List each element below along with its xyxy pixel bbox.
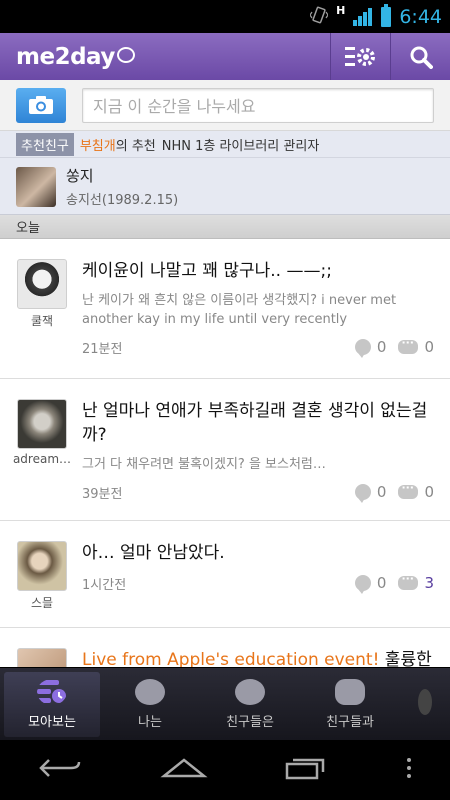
signal-icon	[353, 7, 373, 26]
metoo-count[interactable]: 0	[354, 338, 386, 358]
collect-icon	[37, 680, 66, 703]
menu-button[interactable]	[406, 757, 412, 783]
tab-label: 모아보는	[28, 715, 76, 730]
tab-with-friends[interactable]: 친구들과	[300, 668, 400, 741]
me-icon	[135, 679, 165, 705]
app-bar: me2day	[0, 33, 450, 80]
avatar[interactable]	[17, 259, 67, 309]
recommended-user[interactable]: 쏭지 송지선(1989.2.15)	[0, 158, 450, 215]
network-type: H	[336, 4, 346, 17]
recent-apps-button[interactable]	[285, 756, 329, 784]
tab-label: 친구들은	[226, 715, 274, 730]
back-button[interactable]	[38, 756, 83, 784]
bottom-tab-bar: 모아보는 나는 친구들은 친구들과	[0, 667, 450, 740]
recommendation-header: 추천친구 부침개 의 추천 NHN 1층 라이브러리 관리자	[0, 131, 450, 158]
post-comment-preview: 그거 다 채우려면 불혹이겠지? 을 보스처럼…	[82, 457, 326, 472]
search-button[interactable]	[390, 33, 450, 80]
metoo-icon	[354, 484, 371, 503]
comment-icon	[398, 572, 419, 590]
tab-collect[interactable]: 모아보는	[4, 672, 100, 737]
recommended-nickname: 쏭지	[66, 167, 94, 185]
camera-icon	[29, 96, 53, 114]
recent-apps-icon	[285, 758, 324, 780]
post-comment-preview: 난 케이가 왜 흔치 않은 이름이라 생각했지? i never met ano…	[82, 293, 397, 327]
post-text: 아… 얼마 안남았다.	[82, 543, 225, 563]
post-meta: 39분전 0 0	[82, 474, 434, 510]
recommend-tag: 추천친구	[16, 132, 74, 156]
post-text: Live from Apple's education event! 훌륭한	[82, 648, 434, 667]
tab-me[interactable]: 나는	[100, 668, 200, 741]
camera-button[interactable]	[16, 87, 66, 123]
post-time: 21분전	[82, 341, 123, 357]
post-item[interactable]: 쿨잭 케이윤이 나말고 꽤 많구나.. ——;; 난 케이가 왜 흔치 않은 이…	[0, 239, 450, 379]
post-link-text[interactable]: Live from Apple's education event!	[82, 650, 379, 667]
friend-recommendation[interactable]: 추천친구 부침개 의 추천 NHN 1층 라이브러리 관리자 쏭지 송지선(19…	[0, 131, 450, 215]
avatar[interactable]	[17, 648, 67, 667]
tab-more[interactable]	[400, 668, 450, 741]
vibrate-icon	[309, 6, 329, 28]
chat-icon	[335, 679, 365, 705]
post-item[interactable]: adream… 난 얼마나 연애가 부족하길래 결혼 생각이 없는걸까? 그거 …	[0, 379, 450, 521]
friends-icon	[235, 679, 265, 705]
comment-count[interactable]: 3	[398, 572, 434, 592]
metoo-count[interactable]: 0	[354, 574, 386, 594]
tab-friends[interactable]: 친구들은	[200, 668, 300, 741]
home-icon	[159, 758, 208, 778]
metoo-icon	[354, 339, 371, 358]
tab-label: 친구들과	[326, 715, 374, 730]
post-time: 39분전	[82, 486, 123, 502]
more-tab-icon	[418, 688, 432, 715]
comment-icon	[398, 481, 419, 499]
search-icon	[410, 46, 433, 69]
recommender-name[interactable]: 부침개	[80, 135, 116, 154]
home-button[interactable]	[159, 756, 208, 784]
post-meta: 21분전 0 0	[82, 329, 434, 365]
avatar[interactable]	[17, 541, 67, 591]
comment-count[interactable]: 0	[398, 336, 434, 356]
post-author[interactable]: adream…	[12, 452, 72, 466]
app-logo: me2day	[16, 44, 330, 70]
avatar[interactable]	[16, 166, 56, 207]
post-item[interactable]: 스믈 아… 얼마 안남았다. 1시간전 0 3	[0, 521, 450, 628]
settings-button[interactable]	[330, 33, 390, 80]
post-time: 1시간전	[82, 577, 127, 593]
post-meta: 1시간전 0 3	[82, 565, 434, 601]
settings-list-icon	[344, 46, 375, 66]
battery-icon	[381, 3, 392, 27]
menu-icon	[406, 758, 411, 778]
post-author[interactable]: 스믈	[12, 594, 72, 611]
compose-bar: 지금 이 순간을 나누세요	[0, 80, 450, 131]
clock: 6:44	[399, 5, 442, 28]
status-bar: H 6:44	[0, 0, 450, 33]
section-label: 오늘	[16, 221, 40, 236]
metoo-count[interactable]: 0	[354, 483, 386, 503]
recommended-realname: 송지선(1989.2.15)	[66, 193, 179, 208]
system-nav-bar	[0, 740, 450, 800]
compose-input[interactable]: 지금 이 순간을 나누세요	[82, 87, 434, 123]
post-feed: 쿨잭 케이윤이 나말고 꽤 많구나.. ——;; 난 케이가 왜 흔치 않은 이…	[0, 239, 450, 667]
post-author[interactable]: 쿨잭	[12, 312, 72, 329]
recommend-group: NHN 1층 라이브러리 관리자	[161, 138, 320, 154]
back-icon	[38, 759, 80, 777]
post-text: 난 얼마나 연애가 부족하길래 결혼 생각이 없는걸까?	[82, 401, 428, 445]
logo-bubble-icon	[116, 47, 135, 63]
post-item[interactable]: Live from Apple's education event! 훌륭한	[0, 628, 450, 667]
comment-count[interactable]: 0	[398, 481, 434, 501]
tab-label: 나는	[138, 715, 162, 730]
avatar[interactable]	[17, 399, 67, 449]
post-text: 케이윤이 나말고 꽤 많구나.. ——;;	[82, 261, 332, 281]
section-header-today: 오늘	[0, 215, 450, 239]
comment-icon	[398, 336, 419, 354]
compose-placeholder: 지금 이 순간을 나누세요	[93, 97, 256, 116]
metoo-icon	[354, 575, 371, 594]
recommender-suffix: 의 추천	[115, 138, 156, 154]
